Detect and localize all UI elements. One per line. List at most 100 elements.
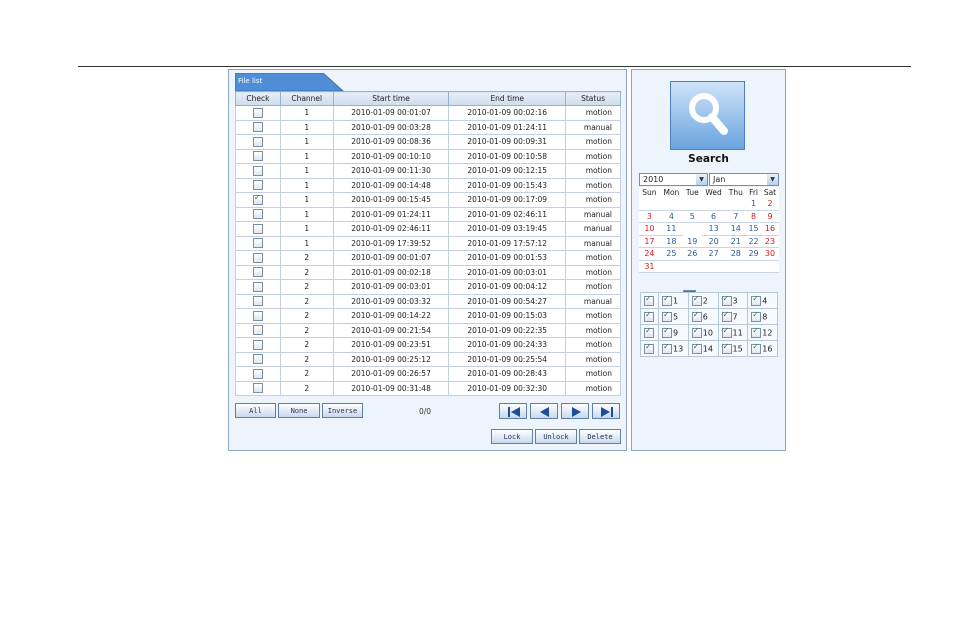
first-page-button[interactable] — [499, 403, 527, 419]
table-row[interactable]: 1 2010-01-09 00:01:07 2010-01-09 00:02:16 m… — [235, 105, 621, 121]
calendar-day[interactable]: 22 — [746, 235, 761, 248]
table-row[interactable]: 2 2010-01-09 00:01:07 2010-01-09 00:01:53 m… — [235, 250, 621, 266]
calendar-day[interactable]: 9 — [760, 210, 779, 223]
calendar-day[interactable]: 31 — [639, 260, 660, 273]
channel-checkbox[interactable] — [721, 310, 732, 322]
table-row[interactable]: 1 2010-01-09 17:39:52 2010-01-09 17:57:12 m… — [235, 235, 621, 251]
channel-checkbox[interactable] — [751, 310, 762, 322]
table-row[interactable]: 1 2010-01-09 01:24:11 2010-01-09 02:46:11 m… — [235, 206, 621, 222]
table-row[interactable]: 2 2010-01-09 00:14:22 2010-01-09 00:15:03 m… — [235, 308, 621, 324]
calendar-day[interactable]: 24 — [639, 247, 660, 261]
inverse-selection-button[interactable]: Inverse — [322, 403, 363, 418]
month-select[interactable]: Jan ▼ — [709, 173, 779, 186]
channel-row-checkbox[interactable] — [644, 310, 654, 322]
table-row[interactable]: 1 2010-01-09 00:11:30 2010-01-09 00:12:15 m… — [235, 163, 621, 179]
row-checkbox[interactable] — [252, 325, 263, 336]
row-checkbox[interactable] — [252, 238, 263, 249]
row-checkbox[interactable] — [252, 281, 263, 292]
row-checkbox[interactable] — [252, 267, 263, 278]
channel-checkbox[interactable] — [691, 294, 702, 306]
channel-checkbox[interactable] — [662, 310, 672, 322]
unlock-button[interactable]: Unlock — [535, 429, 577, 444]
table-row[interactable]: 1 2010-01-09 00:08:36 2010-01-09 00:09:31 m… — [235, 134, 621, 150]
channel-checkbox[interactable] — [691, 310, 702, 322]
calendar-day[interactable]: 10 — [639, 222, 660, 236]
row-checkbox[interactable] — [252, 151, 263, 162]
channel-checkbox[interactable] — [721, 326, 732, 338]
calendar-day[interactable]: 6 — [701, 210, 726, 223]
column-header-channel[interactable]: Channel — [279, 91, 334, 106]
channel-checkbox[interactable] — [721, 342, 732, 354]
calendar-day[interactable]: 23 — [760, 235, 779, 248]
tab-file-list[interactable]: File list — [235, 73, 344, 91]
previous-page-button[interactable] — [530, 403, 558, 419]
calendar-day[interactable]: 29 — [746, 247, 761, 261]
table-row[interactable]: 1 2010-01-09 00:03:28 2010-01-09 01:24:11 m… — [235, 119, 621, 135]
calendar-day[interactable]: 20 — [701, 235, 726, 248]
row-checkbox[interactable] — [252, 310, 263, 321]
column-header-status[interactable]: Status — [565, 91, 621, 106]
column-header-end-time[interactable]: End time — [448, 91, 567, 106]
calendar-day[interactable]: 26 — [682, 247, 702, 261]
calendar-day[interactable]: 11 — [659, 222, 683, 236]
channel-checkbox[interactable] — [691, 342, 702, 354]
channel-checkbox[interactable] — [691, 326, 702, 338]
calendar-day[interactable]: 5 — [682, 210, 702, 223]
calendar-day[interactable]: 25 — [659, 247, 683, 261]
row-checkbox[interactable] — [252, 368, 263, 379]
table-row[interactable]: 2 2010-01-09 00:02:18 2010-01-09 00:03:01 m… — [235, 264, 621, 280]
row-checkbox[interactable] — [252, 180, 263, 191]
calendar-day[interactable]: 13 — [701, 222, 726, 236]
row-checkbox[interactable] — [252, 193, 263, 205]
row-checkbox[interactable] — [252, 383, 263, 394]
search-button[interactable] — [670, 81, 745, 150]
table-row[interactable]: 2 2010-01-09 00:26:57 2010-01-09 00:28:43 m… — [235, 366, 621, 382]
channel-checkbox[interactable] — [662, 294, 672, 306]
last-page-button[interactable] — [592, 403, 620, 419]
row-checkbox[interactable] — [252, 354, 263, 365]
table-row[interactable]: 1 2010-01-09 02:46:11 2010-01-09 03:19:45 m… — [235, 221, 621, 237]
row-checkbox[interactable] — [252, 296, 263, 307]
channel-row-checkbox[interactable] — [644, 294, 654, 306]
delete-button[interactable]: Delete — [579, 429, 621, 444]
channel-checkbox[interactable] — [751, 294, 762, 306]
next-page-button[interactable] — [561, 403, 589, 419]
calendar-day[interactable]: 19 — [682, 235, 702, 248]
table-row[interactable]: 2 2010-01-09 00:03:32 2010-01-09 00:54:27 m… — [235, 293, 621, 309]
calendar-day[interactable]: 27 — [701, 247, 726, 261]
calendar-day[interactable]: 3 — [639, 210, 660, 223]
table-row[interactable]: 12010-01-09 00:15:452010-01-09 00:17:09m… — [235, 192, 621, 208]
table-row[interactable]: 1 2010-01-09 00:10:10 2010-01-09 00:10:58 m… — [235, 148, 621, 164]
row-checkbox[interactable] — [252, 165, 263, 176]
table-row[interactable]: 2 2010-01-09 00:21:54 2010-01-09 00:22:35 m… — [235, 322, 621, 338]
calendar-day[interactable]: 14 — [725, 222, 747, 236]
calendar-day[interactable]: 17 — [639, 235, 660, 248]
row-checkbox[interactable] — [252, 252, 263, 263]
calendar-day[interactable]: 2 — [760, 198, 779, 211]
table-row[interactable]: 2 2010-01-09 00:25:12 2010-01-09 00:25:54 m… — [235, 351, 621, 367]
channel-row-checkbox[interactable] — [644, 326, 654, 338]
row-checkbox[interactable] — [252, 136, 263, 147]
row-checkbox[interactable] — [252, 107, 263, 118]
calendar-day[interactable]: 28 — [725, 247, 747, 261]
row-checkbox[interactable] — [252, 223, 263, 234]
calendar-day[interactable]: 18 — [659, 235, 683, 248]
column-header-start-time[interactable]: Start time — [332, 91, 450, 106]
calendar-day[interactable]: 16 — [760, 222, 779, 236]
column-header-check[interactable]: Check — [235, 91, 281, 106]
channel-checkbox[interactable] — [662, 326, 672, 338]
channel-checkbox[interactable] — [751, 326, 762, 338]
calendar-day[interactable]: 1 — [746, 198, 761, 211]
calendar-day[interactable]: 21 — [725, 235, 747, 248]
channel-checkbox[interactable] — [751, 342, 762, 354]
table-row[interactable]: 2 2010-01-09 00:23:51 2010-01-09 00:24:33 m… — [235, 337, 621, 353]
calendar-day[interactable]: 8 — [746, 210, 761, 223]
select-none-button[interactable]: None — [278, 403, 320, 418]
year-select[interactable]: 2010 ▼ — [639, 173, 708, 186]
row-checkbox[interactable] — [252, 209, 263, 220]
table-row[interactable]: 2 2010-01-09 00:31:48 2010-01-09 00:32:30 m… — [235, 380, 621, 396]
channel-checkbox[interactable] — [721, 294, 732, 306]
table-row[interactable]: 1 2010-01-09 00:14:48 2010-01-09 00:15:43 m… — [235, 177, 621, 193]
lock-button[interactable]: Lock — [491, 429, 533, 444]
calendar-day[interactable]: 7 — [725, 210, 747, 223]
